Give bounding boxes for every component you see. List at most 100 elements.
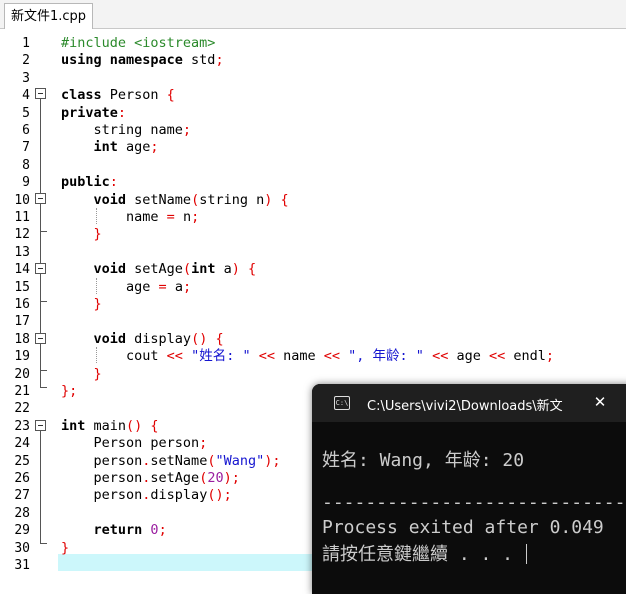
console-title-bar[interactable]: C:\ C:\Users\vivi2\Downloads\新文 ✕	[312, 384, 626, 422]
code-line[interactable]: 14 void setAge(int a) {	[0, 261, 626, 278]
code-token: () {	[126, 417, 159, 434]
terminal-icon: C:\	[334, 396, 350, 410]
line-number: 9	[22, 175, 30, 191]
code-token: ;	[199, 435, 208, 452]
close-icon[interactable]: ✕	[590, 392, 610, 412]
line-number: 10	[14, 192, 30, 208]
code-line[interactable]: 17	[0, 313, 626, 330]
line-number: 27	[14, 488, 30, 504]
code-line[interactable]: 7 int age;	[0, 139, 626, 156]
line-number: 8	[22, 157, 30, 173]
code-token: ;	[545, 348, 555, 365]
code-token: void	[61, 261, 127, 278]
line-number: 15	[14, 279, 30, 295]
code-token: (	[191, 191, 200, 208]
code-line[interactable]: 12 }	[0, 226, 626, 243]
code-token: display	[126, 330, 192, 347]
tab-file[interactable]: 新文件1.cpp	[4, 3, 94, 29]
code-token: int	[61, 139, 118, 156]
code-token: };	[61, 383, 78, 399]
code-line[interactable]: 11 name = n;	[0, 209, 626, 226]
code-text: #include <iostream>	[61, 35, 215, 52]
fold-toggle-setname-body[interactable]	[35, 193, 46, 204]
code-token: ();	[207, 487, 232, 504]
console-window[interactable]: C:\ C:\Users\vivi2\Downloads\新文 ✕ 姓名: Wa…	[312, 384, 626, 594]
code-line[interactable]: 18 void display() {	[0, 331, 626, 348]
code-token: "Wang"	[215, 452, 265, 469]
code-text: string name;	[61, 122, 192, 139]
code-token: age	[448, 348, 489, 365]
code-line[interactable]: 5 private:	[0, 105, 626, 122]
code-token: setName	[126, 191, 192, 208]
fold-toggle-setage[interactable]	[35, 263, 46, 274]
code-token: display	[150, 487, 208, 504]
code-token: :	[109, 174, 118, 191]
code-line[interactable]: 3	[0, 70, 626, 87]
line-number: 4	[22, 88, 30, 104]
code-text: name = n;	[61, 209, 199, 226]
code-line[interactable]: 6 string name;	[0, 122, 626, 139]
code-line[interactable]: 1 #include <iostream>	[0, 35, 626, 52]
fold-toggle-display[interactable]	[35, 333, 46, 344]
code-line[interactable]: 2 using namespace std;	[0, 52, 626, 69]
line-number: 3	[22, 70, 30, 86]
code-text: private:	[61, 105, 126, 122]
code-token: <<	[323, 348, 341, 365]
code-line[interactable]: 4 class Person {	[0, 87, 626, 104]
line-number: 19	[14, 349, 30, 365]
code-line[interactable]: 20 }	[0, 366, 626, 383]
code-line[interactable]: 19 cout << "姓名: " << name << ", 年龄: " <<…	[0, 348, 626, 365]
code-token: int	[191, 261, 216, 278]
code-text: }	[61, 296, 102, 313]
code-token: a	[215, 261, 232, 278]
line-number: 21	[14, 384, 30, 399]
code-text: using namespace std;	[61, 52, 224, 69]
code-line[interactable]: 15 age = a;	[0, 279, 626, 296]
code-line[interactable]: 8	[0, 157, 626, 174]
code-line[interactable]: 16 }	[0, 296, 626, 313]
code-token: ;	[191, 209, 200, 225]
code-token: {	[166, 87, 175, 104]
code-token: main	[85, 417, 127, 434]
line-number: 17	[14, 314, 30, 330]
code-token: }	[61, 365, 102, 382]
fold-toggle-main[interactable]	[35, 420, 46, 431]
code-text: person.display();	[61, 487, 232, 504]
code-line[interactable]: 13	[0, 244, 626, 261]
code-token: using namespace	[61, 52, 183, 69]
line-number: 12	[14, 227, 30, 243]
code-text: void display() {	[61, 331, 224, 348]
line-number: 13	[14, 244, 30, 260]
code-token: person	[61, 452, 143, 469]
fold-toggle-class[interactable]	[35, 88, 46, 99]
code-token: ", 年龄: "	[340, 348, 433, 365]
line-number: 1	[22, 36, 30, 51]
code-line[interactable]: 10 void setName(string n) {	[0, 192, 626, 209]
line-number: 30	[14, 540, 30, 556]
fold-end-display	[40, 370, 47, 371]
code-token: age	[117, 139, 151, 156]
line-number: 11	[14, 210, 30, 225]
line-number: 28	[14, 505, 30, 521]
console-prompt-text: 請按任意鍵繼續 . . .	[322, 544, 524, 565]
code-line[interactable]: 9 public:	[0, 174, 626, 191]
line-number: 6	[22, 123, 30, 138]
code-token: <<	[432, 348, 449, 365]
console-process-line: Process exited after 0.049	[322, 517, 604, 538]
line-number: 14	[14, 262, 30, 278]
line-number: 22	[14, 401, 30, 417]
line-number: 24	[14, 436, 30, 452]
code-text: person.setAge(20);	[61, 470, 240, 487]
code-token: ) {	[264, 191, 289, 208]
code-token: setAge	[126, 261, 183, 278]
code-text: int main() {	[61, 418, 159, 435]
code-text: }	[61, 226, 102, 243]
code-token: ;	[182, 278, 192, 295]
line-number: 25	[14, 453, 30, 469]
code-token: class	[61, 87, 102, 104]
code-token: Person person	[61, 435, 200, 452]
code-token: cout	[61, 348, 167, 365]
code-text: public:	[61, 174, 118, 191]
fold-end-main	[40, 543, 47, 544]
tab-bar: 新文件1.cpp	[0, 0, 626, 29]
